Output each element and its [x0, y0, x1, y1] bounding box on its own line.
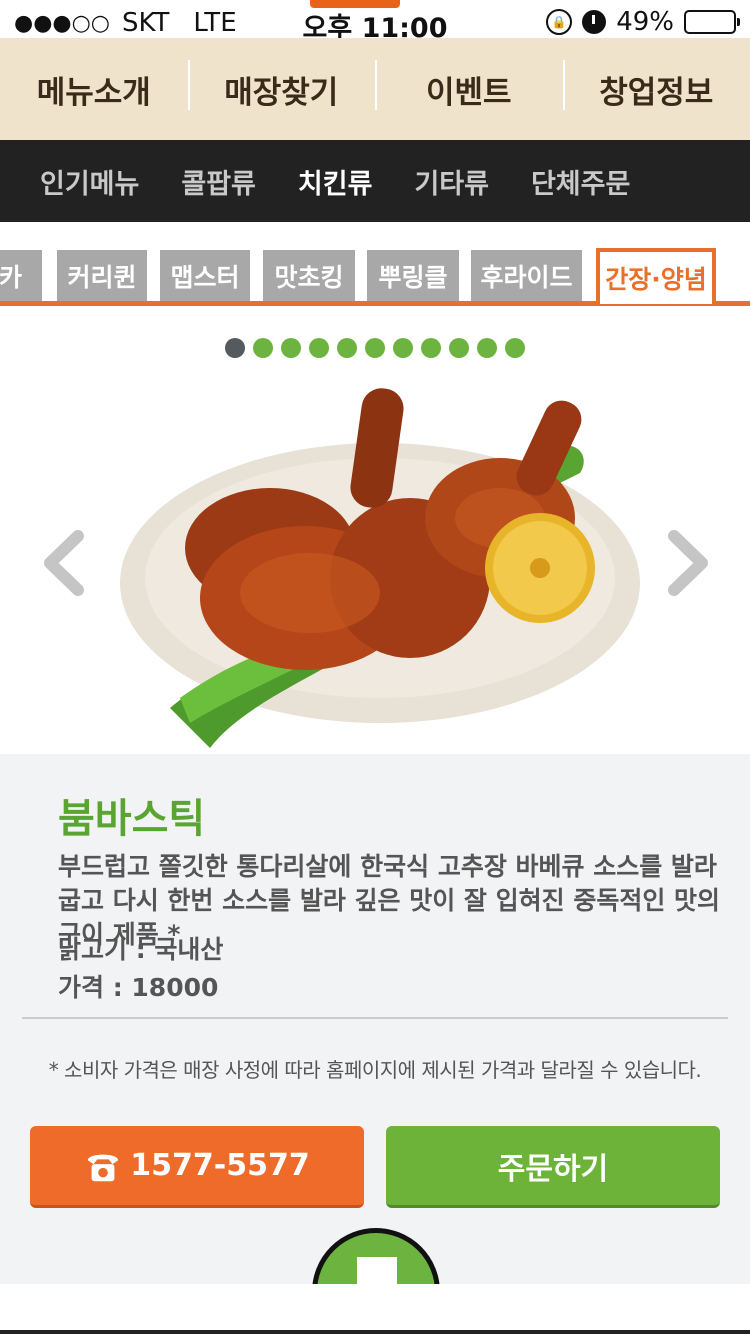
category-bar: 인기메뉴 콜팝류 치킨류 기타류 단체주문 [0, 140, 750, 222]
phone-icon [88, 1154, 119, 1181]
bottom-edge [0, 1330, 750, 1334]
status-right: 🔒 49% [546, 7, 740, 37]
carousel-next-button[interactable] [656, 528, 716, 598]
product-price: 가격 : 18000 [58, 973, 219, 1002]
tab-puringkle[interactable]: 뿌링클 [367, 250, 459, 301]
chevron-right-icon [668, 530, 708, 596]
carousel-dot[interactable] [421, 338, 441, 358]
order-label: 주문하기 [497, 1151, 609, 1187]
product-origin: 닭고기 : 국내산 [58, 935, 224, 964]
tab-soy-yangnyeom[interactable]: 간장·양념 [596, 248, 716, 304]
carousel-dot[interactable] [449, 338, 469, 358]
chevron-left-icon [44, 530, 84, 596]
tab-curry-queen[interactable]: 커리퀸 [57, 250, 147, 301]
carousel-dots [0, 338, 750, 358]
battery-icon [684, 10, 740, 34]
category-other[interactable]: 기타류 [414, 162, 489, 201]
carousel-dot[interactable] [393, 338, 413, 358]
battery-percent: 49% [616, 7, 674, 37]
carousel-dot[interactable] [309, 338, 329, 358]
top-nav: 메뉴소개 매장찾기 이벤트 창업정보 [0, 38, 750, 140]
category-colpop[interactable]: 콜팝류 [181, 162, 256, 201]
product-image [120, 388, 640, 748]
category-chicken[interactable]: 치킨류 [298, 162, 373, 201]
nav-events[interactable]: 이벤트 [375, 38, 563, 140]
price-notice: * 소비자 가격은 매장 사정에 따라 홈페이지에 제시된 가격과 달라질 수 … [48, 1058, 702, 1082]
alarm-icon [582, 10, 607, 34]
call-number: 1577-5577 [130, 1148, 310, 1183]
nav-menu-intro[interactable]: 메뉴소개 [0, 38, 188, 140]
rotation-lock-icon: 🔒 [546, 9, 573, 35]
product-image-area [0, 378, 750, 754]
call-button[interactable]: 1577-5577 [30, 1126, 364, 1208]
bottom-strip [0, 1284, 750, 1334]
carousel-prev-button[interactable] [36, 528, 96, 598]
order-button[interactable]: 주문하기 [386, 1126, 720, 1208]
sub-tabs: 체카 커리퀸 맵스터 맛초킹 뿌링클 후라이드 간장·양념 [0, 248, 750, 306]
category-popular[interactable]: 인기메뉴 [40, 162, 139, 201]
tab-fried[interactable]: 후라이드 [471, 250, 582, 301]
carousel-dot[interactable] [365, 338, 385, 358]
category-group-order[interactable]: 단체주문 [531, 162, 630, 201]
carousel-dot[interactable] [281, 338, 301, 358]
nav-franchise-info[interactable]: 창업정보 [562, 38, 750, 140]
product-name: 붐바스틱 [58, 796, 206, 842]
nav-store-finder[interactable]: 매장찾기 [187, 38, 376, 140]
carousel-dot[interactable] [253, 338, 273, 358]
status-bar: ●●●○○ SKT LTE 오후 11:00 🔒 49% [0, 0, 750, 44]
tab-mapster[interactable]: 맵스터 [160, 250, 250, 301]
carousel-dot[interactable] [225, 338, 245, 358]
tab-cheka[interactable]: 체카 [0, 250, 42, 301]
product-details: 붐바스틱 부드럽고 쫄깃한 통다리살에 한국식 고추장 바베큐 소스를 발라 굽… [0, 754, 750, 1334]
carousel-dot[interactable] [477, 338, 497, 358]
divider [22, 1017, 728, 1019]
tab-matchoking[interactable]: 맛초킹 [263, 250, 355, 301]
carousel-dot[interactable] [337, 338, 357, 358]
carousel-dot[interactable] [505, 338, 525, 358]
